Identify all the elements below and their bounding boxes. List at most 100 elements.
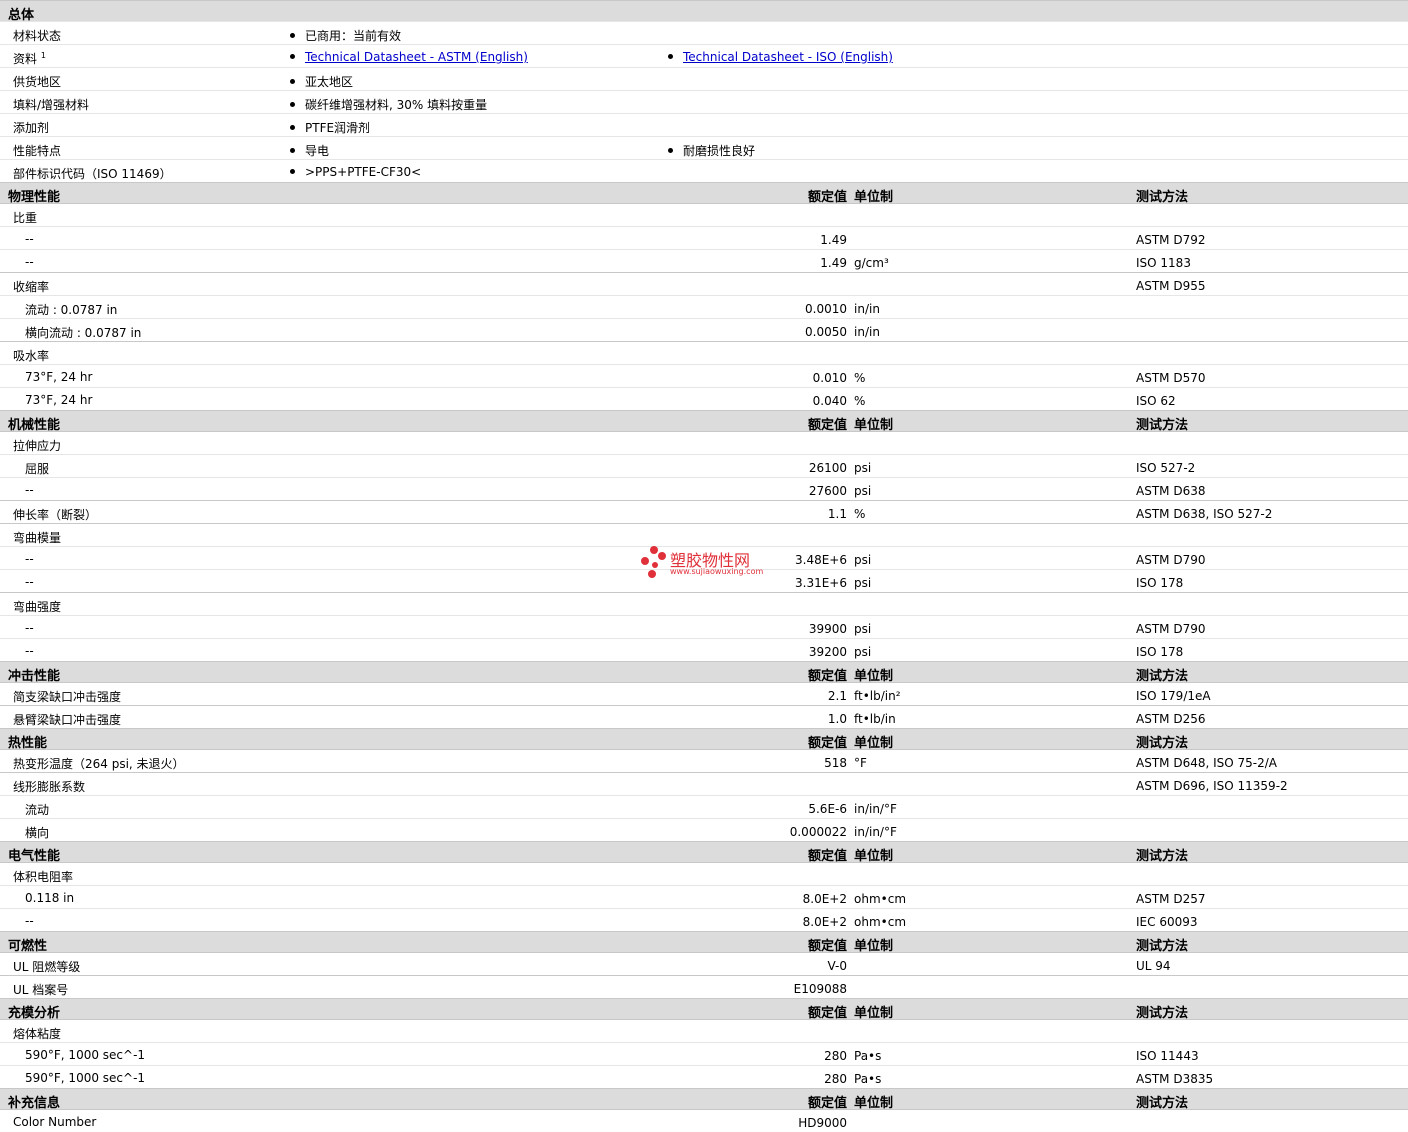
property-unit: ft•lb/in bbox=[854, 712, 896, 726]
test-method: ISO 527-2 bbox=[1136, 461, 1196, 475]
property-value: 3.48E+6 bbox=[795, 553, 847, 567]
property-label: 73°F, 24 hr bbox=[25, 393, 93, 407]
property-unit: % bbox=[854, 507, 866, 521]
section-header-general: 总体 bbox=[0, 0, 1408, 23]
general-row-label: 填料/增强材料 bbox=[13, 96, 89, 113]
watermark: 塑胶物性网 www.sujiaowuxing.com bbox=[640, 545, 780, 581]
general-row-value: PTFE润滑剂 bbox=[305, 121, 371, 135]
general-row-label: 部件标识代码（ISO 11469） bbox=[13, 165, 172, 182]
property-value: 39900 bbox=[808, 622, 847, 636]
general-row: 性能特点 导电 耐磨损性良好 bbox=[0, 136, 1408, 159]
property-label: -- bbox=[25, 644, 34, 658]
property-value: 0.0010 bbox=[805, 302, 847, 316]
general-row-value: >PPS+PTFE-CF30< bbox=[305, 165, 422, 179]
general-row-label-text: 部件标识代码（ISO 11469） bbox=[13, 167, 172, 181]
bullet-icon bbox=[668, 54, 673, 59]
general-row-item[interactable]: Technical Datasheet - ISO (English) bbox=[668, 50, 893, 64]
property-label: 横向 bbox=[25, 826, 50, 840]
property-row: 热变形温度（264 psi, 未退火） 518 °F ASTM D648, ISO 7… bbox=[0, 749, 1408, 772]
property-unit: ft•lb/in² bbox=[854, 689, 901, 703]
general-row-label: 添加剂 bbox=[13, 119, 49, 136]
test-method: IEC 60093 bbox=[1136, 915, 1198, 929]
general-row-label: 供货地区 bbox=[13, 73, 61, 90]
property-unit: % bbox=[854, 394, 866, 408]
property-label: UL 阻燃等级 bbox=[13, 960, 81, 974]
property-row: -- 8.0E+2 ohm•cm IEC 60093 bbox=[0, 908, 1408, 931]
bullet-icon bbox=[668, 148, 673, 153]
property-row: 收缩率 ASTM D955 bbox=[0, 272, 1408, 295]
section-header: 电气性能 额定值 单位制 测试方法 bbox=[0, 841, 1408, 864]
property-row: 屈服 26100 psi ISO 527-2 bbox=[0, 454, 1408, 477]
property-value: 0.000022 bbox=[789, 825, 847, 839]
general-row-value: 已商用：当前有效 bbox=[305, 29, 402, 43]
property-row: 流动 5.6E-6 in/in/°F bbox=[0, 795, 1408, 818]
general-row-label-text: 填料/增强材料 bbox=[13, 98, 90, 112]
property-label: 拉伸应力 bbox=[13, 439, 62, 453]
test-method: ASTM D638, ISO 527-2 bbox=[1136, 507, 1273, 521]
property-row: 弯曲强度 bbox=[0, 592, 1408, 615]
property-row: UL 阻燃等级 V-0 UL 94 bbox=[0, 952, 1408, 975]
property-row: 590°F, 1000 sec^-1 280 Pa•s ISO 11443 bbox=[0, 1042, 1408, 1065]
general-row-value: 耐磨损性良好 bbox=[683, 144, 756, 158]
property-row: 横向 0.000022 in/in/°F bbox=[0, 818, 1408, 841]
property-label: 流动 bbox=[25, 803, 50, 817]
property-label: 弯曲强度 bbox=[13, 600, 62, 614]
property-label: -- bbox=[25, 914, 34, 928]
property-value: 8.0E+2 bbox=[802, 915, 847, 929]
property-row: -- 39200 psi ISO 178 bbox=[0, 638, 1408, 661]
property-unit: in/in/°F bbox=[854, 802, 897, 816]
property-row: 弯曲模量 bbox=[0, 523, 1408, 546]
property-row: UL 档案号 E109088 bbox=[0, 975, 1408, 998]
property-label: 流动 : 0.0787 in bbox=[25, 303, 118, 317]
property-value: 27600 bbox=[808, 484, 847, 498]
property-label: -- bbox=[25, 255, 34, 269]
property-row: -- 1.49 ASTM D792 bbox=[0, 226, 1408, 249]
test-method: ASTM D792 bbox=[1136, 233, 1206, 247]
property-unit: psi bbox=[854, 461, 872, 475]
datasheet-link[interactable]: Technical Datasheet - ISO (English) bbox=[683, 50, 893, 64]
general-row-value: 亚太地区 bbox=[305, 75, 354, 89]
general-row: 材料状态 已商用：当前有效 bbox=[0, 21, 1408, 44]
general-row-label-text: 添加剂 bbox=[13, 121, 50, 135]
test-method: ASTM D3835 bbox=[1136, 1072, 1214, 1086]
property-value: 518 bbox=[824, 756, 847, 770]
general-row-label-text: 供货地区 bbox=[13, 75, 62, 89]
property-row: 悬臂梁缺口冲击强度 1.0 ft•lb/in ASTM D256 bbox=[0, 705, 1408, 728]
property-label: 0.118 in bbox=[25, 891, 75, 905]
property-row: 拉伸应力 bbox=[0, 431, 1408, 454]
property-row: 伸长率（断裂） 1.1% ASTM D638, ISO 527-2 bbox=[0, 500, 1408, 523]
general-row: 填料/增强材料 碳纤维增强材料, 30% 填料按重量 bbox=[0, 90, 1408, 113]
bullet-icon bbox=[290, 54, 295, 59]
datasheet-link[interactable]: Technical Datasheet - ASTM (English) bbox=[305, 50, 528, 64]
property-value: 280 bbox=[824, 1049, 847, 1063]
bullet-icon bbox=[290, 125, 295, 130]
test-method: ASTM D257 bbox=[1136, 892, 1206, 906]
property-row: 简支梁缺口冲击强度 2.1 ft•lb/in² ISO 179/1eA bbox=[0, 682, 1408, 705]
property-label: 比重 bbox=[13, 211, 38, 225]
property-row: -- 39900 psi ASTM D790 bbox=[0, 615, 1408, 638]
property-unit: in/in bbox=[854, 302, 880, 316]
bullet-icon bbox=[290, 169, 295, 174]
property-label: 热变形温度（264 psi, 未退火） bbox=[13, 757, 185, 771]
property-unit: °F bbox=[854, 756, 867, 770]
test-method: ISO 178 bbox=[1136, 645, 1184, 659]
test-method: ISO 62 bbox=[1136, 394, 1176, 408]
general-row-label: 资料 1 bbox=[13, 50, 46, 67]
general-row-item: 导电 bbox=[290, 142, 329, 159]
general-row-item: PTFE润滑剂 bbox=[290, 119, 370, 136]
property-label: 简支梁缺口冲击强度 bbox=[13, 690, 122, 704]
general-row-value: 导电 bbox=[305, 144, 330, 158]
property-unit: psi bbox=[854, 622, 872, 636]
property-value: 0.040 bbox=[812, 394, 847, 408]
property-label: -- bbox=[25, 621, 34, 635]
property-row: 590°F, 1000 sec^-1 280 Pa•s ASTM D3835 bbox=[0, 1065, 1408, 1088]
general-row-item[interactable]: Technical Datasheet - ASTM (English) bbox=[290, 50, 528, 64]
general-row-value: 碳纤维增强材料, 30% 填料按重量 bbox=[305, 98, 488, 112]
general-row-item: 耐磨损性良好 bbox=[668, 142, 755, 159]
bullet-icon bbox=[290, 33, 295, 38]
test-method: ASTM D696, ISO 11359-2 bbox=[1136, 779, 1288, 793]
property-label: 线形膨胀系数 bbox=[13, 780, 86, 794]
property-row: Color Number HD9000 bbox=[0, 1109, 1408, 1132]
section-header: 充模分析 额定值 单位制 测试方法 bbox=[0, 998, 1408, 1021]
property-value: E109088 bbox=[793, 982, 847, 996]
